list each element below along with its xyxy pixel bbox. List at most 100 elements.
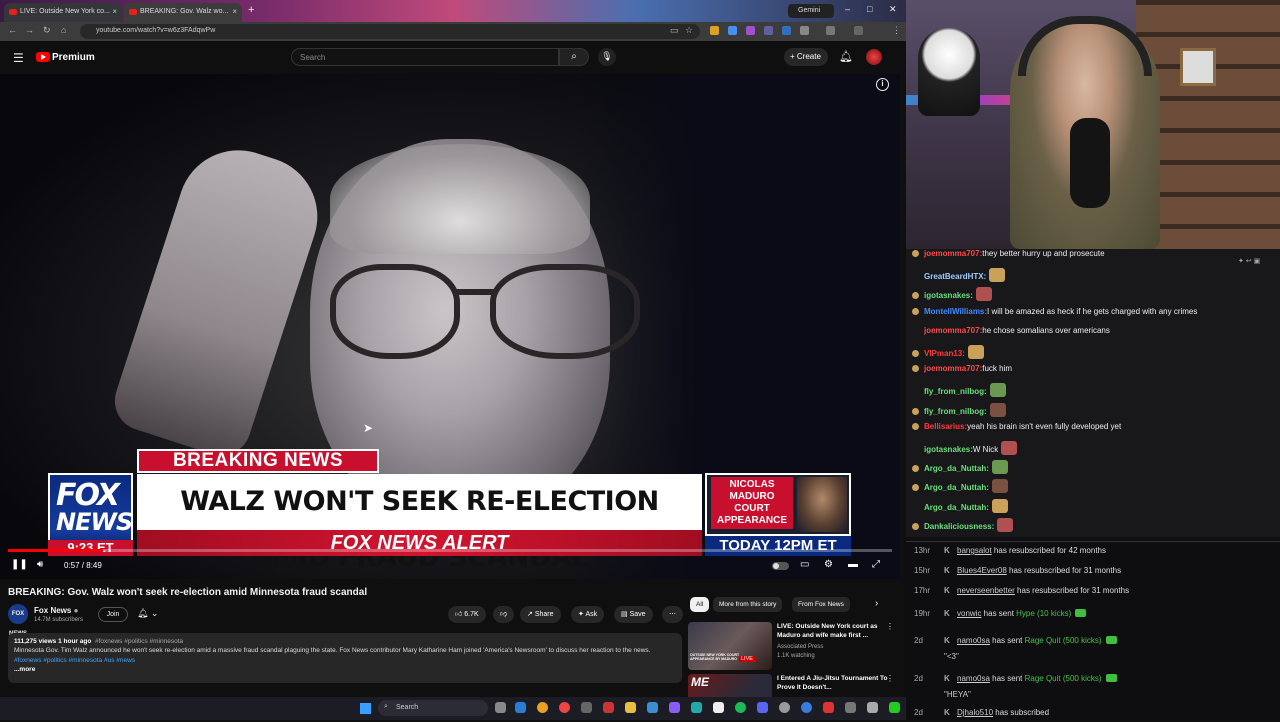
dislike-button[interactable]: 👎︎: [493, 606, 515, 623]
browser-menu-icon[interactable]: ⋮: [892, 25, 901, 36]
app-icon[interactable]: [867, 702, 878, 713]
like-button[interactable]: 👍︎ 6.7K: [448, 606, 486, 623]
reload-icon[interactable]: ↻: [43, 25, 51, 36]
show-more-link[interactable]: ...more: [14, 666, 676, 673]
maximize-icon[interactable]: □: [867, 4, 872, 14]
youtube-premium-label[interactable]: Premium: [52, 52, 95, 63]
app-icon[interactable]: [845, 702, 856, 713]
captions-icon[interactable]: ▭: [800, 559, 809, 570]
chat-username[interactable]: Argo_da_Nuttah:: [924, 483, 989, 492]
recommended-video[interactable]: ME I Entered A Jiu-Jitsu Tournament To P…: [688, 674, 898, 697]
extension-icon[interactable]: [710, 26, 719, 35]
description-hashtags[interactable]: #foxnews #politics #minnesota #us #news: [14, 657, 135, 664]
more-actions-button[interactable]: ⋯: [662, 606, 683, 623]
bookmark-star-icon[interactable]: ☆: [685, 25, 693, 36]
new-tab-button[interactable]: +: [248, 4, 254, 16]
more-options-icon[interactable]: ⋮: [886, 674, 894, 683]
app-icon[interactable]: [713, 702, 724, 713]
close-window-icon[interactable]: ✕: [889, 4, 897, 15]
extension-icon[interactable]: [782, 26, 791, 35]
chat-username[interactable]: MontellWilliams:: [924, 307, 987, 316]
side-panel-icon[interactable]: [826, 26, 835, 35]
channel-avatar[interactable]: FOX NEWS: [8, 604, 28, 637]
chat-username[interactable]: Argo_da_Nuttah:: [924, 503, 989, 512]
fullscreen-icon[interactable]: ⤢: [872, 559, 880, 570]
tab-breaking-walz[interactable]: BREAKING: Gov. Walz wo... ×: [124, 3, 242, 22]
share-button[interactable]: ↗ Share: [520, 606, 561, 623]
chip-all[interactable]: All: [690, 597, 710, 612]
account-avatar[interactable]: [866, 49, 882, 65]
app-icon[interactable]: [603, 702, 614, 713]
event-username[interactable]: vonwic: [957, 609, 981, 618]
chat-username[interactable]: GreatBeardHTX:: [924, 272, 986, 281]
minimize-icon[interactable]: –: [845, 4, 850, 14]
microphone-icon[interactable]: 🎙︎: [598, 48, 616, 66]
url-field[interactable]: youtube.com/watch?v=w6z3FAdqwPw: [80, 24, 700, 39]
task-view-icon[interactable]: [495, 702, 506, 713]
profile-icon[interactable]: [854, 26, 863, 35]
chat-username[interactable]: VIPman13:: [924, 349, 965, 358]
save-button[interactable]: ▤ Save: [614, 606, 653, 623]
event-username[interactable]: bangsalot: [957, 546, 992, 555]
chip-from-fox-news[interactable]: From Fox News: [792, 597, 850, 612]
chat-username[interactable]: fly_from_nilbog:: [924, 407, 987, 416]
event-username[interactable]: namo0sa: [957, 674, 990, 683]
app-icon[interactable]: [779, 702, 790, 713]
event-username[interactable]: namo0sa: [957, 636, 990, 645]
home-icon[interactable]: ⌂: [61, 25, 66, 35]
chrome-icon[interactable]: [559, 702, 570, 713]
pause-icon[interactable]: ❚❚: [11, 559, 28, 570]
close-icon[interactable]: ×: [232, 7, 237, 16]
extension-icon[interactable]: [764, 26, 773, 35]
edge-icon[interactable]: [515, 702, 526, 713]
app-icon[interactable]: [647, 702, 658, 713]
chat-username[interactable]: Bellisarius:: [924, 422, 967, 431]
install-icon[interactable]: ▭: [670, 25, 679, 36]
app-icon[interactable]: [669, 702, 680, 713]
file-explorer-icon[interactable]: [625, 702, 636, 713]
spotify-icon[interactable]: [735, 702, 746, 713]
description-box[interactable]: 111,275 views 1 hour ago #foxnews #polit…: [8, 633, 682, 683]
chat-username[interactable]: Dankaliciousness:: [924, 522, 994, 531]
event-username[interactable]: neverseenbetter: [957, 586, 1015, 595]
ask-button[interactable]: ✦ Ask: [571, 606, 605, 623]
extension-icon[interactable]: [728, 26, 737, 35]
hamburger-menu-icon[interactable]: ☰: [13, 51, 24, 65]
more-options-icon[interactable]: ⋮: [886, 622, 894, 631]
chat-username[interactable]: igotasnakes:: [924, 445, 973, 454]
app-icon[interactable]: [581, 702, 592, 713]
gemini-button[interactable]: Gemini: [788, 4, 834, 18]
info-icon[interactable]: i: [876, 78, 889, 91]
chat-pin-tools-icon[interactable]: ✦ ↩ ▣: [1238, 257, 1260, 265]
chat-username[interactable]: joemomma707:: [924, 249, 982, 258]
create-button[interactable]: + Create: [784, 48, 828, 66]
search-icon[interactable]: ⌕: [559, 48, 589, 66]
join-button[interactable]: Join: [98, 607, 128, 622]
chat-username[interactable]: igotasnakes:: [924, 291, 973, 300]
back-icon[interactable]: ←: [8, 25, 17, 35]
chrome-icon[interactable]: [537, 702, 548, 713]
windows-start-icon[interactable]: [360, 703, 371, 714]
recommended-video[interactable]: OUTSIDE NEW YORK COURT APPEARANCE BY MAD…: [688, 622, 898, 670]
taskbar-search[interactable]: ⌕ Search: [378, 700, 488, 716]
settings-gear-icon[interactable]: ⚙: [824, 559, 833, 570]
extensions-puzzle-icon[interactable]: [800, 26, 809, 35]
tab-live-court[interactable]: LIVE: Outside New York co... ×: [4, 3, 122, 22]
autoplay-toggle[interactable]: [772, 562, 789, 570]
channel-name[interactable]: Fox News ●: [34, 606, 78, 615]
chat-username[interactable]: fly_from_nilbog:: [924, 387, 987, 396]
volume-icon[interactable]: 🔊︎: [37, 559, 43, 570]
app-icon[interactable]: [889, 702, 900, 713]
app-icon[interactable]: [801, 702, 812, 713]
event-username[interactable]: Djhalo510: [957, 708, 993, 717]
chat-username[interactable]: joemomma707:: [924, 326, 982, 335]
chevron-right-icon[interactable]: ›: [875, 598, 878, 609]
notifications-bell-icon[interactable]: 🔔︎: [839, 50, 853, 63]
app-icon[interactable]: [823, 702, 834, 713]
youtube-logo-icon[interactable]: [36, 52, 50, 62]
discord-icon[interactable]: [757, 702, 768, 713]
subscription-bell-icon[interactable]: 🔔︎ ⌄: [137, 608, 158, 619]
chat-username[interactable]: joemomma707:: [924, 364, 982, 373]
close-icon[interactable]: ×: [112, 7, 117, 16]
chip-more-from-story[interactable]: More from this story: [713, 597, 783, 612]
